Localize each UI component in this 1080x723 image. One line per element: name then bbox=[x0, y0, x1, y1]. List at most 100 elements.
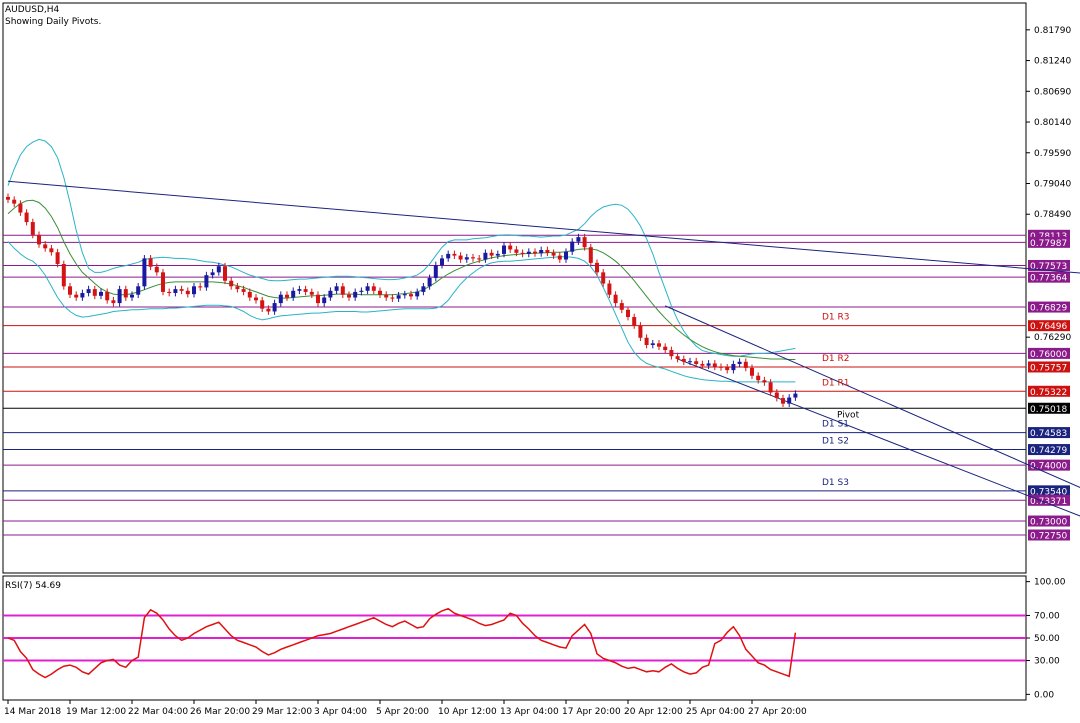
candle-body bbox=[316, 294, 320, 304]
rsi-axis-tick-label: 100.00 bbox=[1034, 578, 1066, 588]
candle-body bbox=[613, 294, 618, 304]
candle-body bbox=[464, 257, 469, 260]
candle-body bbox=[619, 303, 624, 310]
candle-body bbox=[359, 290, 364, 292]
candle-body bbox=[663, 346, 668, 351]
candle-body bbox=[198, 286, 203, 288]
time-axis-tick-label: 5 Apr 20:00 bbox=[376, 707, 429, 717]
candle-body bbox=[743, 361, 748, 368]
rsi-axis-tick-label: 70.00 bbox=[1034, 611, 1060, 621]
time-axis-tick-label: 27 Apr 20:00 bbox=[748, 707, 807, 717]
candle-body bbox=[533, 251, 537, 254]
time-axis-tick-label: 17 Apr 20:00 bbox=[562, 707, 621, 717]
price-axis-tick-label: 0.81240 bbox=[1034, 57, 1071, 67]
level-label: 0.74000 bbox=[1030, 462, 1067, 472]
candle-body bbox=[328, 290, 333, 298]
candle-body bbox=[588, 247, 593, 263]
candle-body bbox=[657, 343, 661, 347]
level-label: 0.75322 bbox=[1030, 388, 1067, 398]
time-axis-tick-label: 10 Apr 12:00 bbox=[438, 707, 497, 717]
rsi-axis-tick-label: 30.00 bbox=[1034, 657, 1060, 667]
candle-body bbox=[24, 212, 29, 223]
candle-body bbox=[750, 367, 754, 376]
candle-body bbox=[378, 290, 382, 295]
candle-body bbox=[421, 286, 426, 292]
candle-body bbox=[43, 244, 48, 249]
candle-body bbox=[489, 252, 494, 256]
candle-body bbox=[446, 253, 451, 259]
candle-body bbox=[644, 337, 649, 345]
time-axis-tick-label: 13 Apr 04:00 bbox=[500, 707, 559, 717]
candle-body bbox=[12, 199, 17, 204]
rsi-label: RSI(7) 54.69 bbox=[5, 581, 61, 591]
candle-body bbox=[92, 289, 97, 296]
candle-body bbox=[539, 250, 544, 254]
candle-body bbox=[6, 196, 10, 200]
level-label: 0.76496 bbox=[1030, 322, 1067, 332]
candle-body bbox=[192, 286, 196, 295]
candle-body bbox=[402, 294, 407, 296]
candle-body bbox=[520, 252, 525, 254]
candle-body bbox=[272, 303, 277, 312]
rsi-axis-tick-label: 50.00 bbox=[1034, 634, 1060, 644]
level-label: 0.74279 bbox=[1030, 446, 1067, 456]
chart-root: 0.78113 0.77987 0.77573 0.77364 0.76829 0.764… bbox=[0, 0, 1080, 720]
candle-body bbox=[440, 258, 444, 266]
pivot-label: D1 R1 bbox=[822, 378, 850, 388]
candle-body bbox=[340, 286, 345, 295]
candle-body bbox=[762, 380, 767, 383]
candle-body bbox=[390, 297, 395, 299]
candle-body bbox=[235, 286, 240, 290]
chart-subtitle: Showing Daily Pivots. bbox=[5, 17, 101, 27]
candle-body bbox=[719, 366, 723, 368]
main-plot-frame bbox=[2, 2, 1027, 574]
candle-body bbox=[570, 241, 575, 252]
candle-body bbox=[210, 272, 215, 276]
symbol-label: AUDUSD,H4 bbox=[5, 5, 60, 15]
price-axis-tick-label: 0.80690 bbox=[1034, 87, 1071, 97]
candle-body bbox=[384, 294, 389, 298]
candle-body bbox=[254, 297, 258, 301]
candle-body bbox=[706, 363, 711, 366]
candle-body bbox=[725, 367, 730, 371]
candle-body bbox=[694, 361, 699, 364]
price-axis-tick-label: 0.78490 bbox=[1034, 210, 1071, 220]
candle-body bbox=[185, 290, 190, 295]
candle-body bbox=[123, 289, 128, 298]
candle-body bbox=[458, 255, 463, 260]
candle-body bbox=[278, 294, 283, 304]
time-axis-tick-label: 14 Mar 2018 bbox=[4, 707, 61, 717]
candle-body bbox=[86, 289, 91, 294]
candle-body bbox=[260, 300, 265, 309]
candle-body bbox=[154, 266, 159, 273]
candle-body bbox=[781, 398, 785, 404]
candle-body bbox=[322, 297, 327, 304]
candle-body bbox=[601, 272, 606, 284]
price-axis-tick-label: 0.80140 bbox=[1034, 118, 1071, 128]
chart-svg: 0.781130.779870.775730.773640.768290.764… bbox=[2, 2, 1080, 717]
candle-body bbox=[173, 289, 178, 294]
candle-body bbox=[105, 291, 110, 301]
candle-body bbox=[74, 294, 79, 298]
candle-body bbox=[334, 286, 339, 291]
candle-body bbox=[737, 361, 742, 364]
time-axis-tick-label: 25 Apr 04:00 bbox=[686, 707, 745, 717]
candle-body bbox=[167, 291, 172, 294]
level-label: 0.73000 bbox=[1030, 518, 1067, 528]
time-axis-tick-label: 20 Apr 12:00 bbox=[624, 707, 683, 717]
candle-body bbox=[681, 358, 686, 362]
candle-body bbox=[607, 283, 612, 295]
candle-body bbox=[68, 286, 72, 295]
level-label: 0.77987 bbox=[1030, 239, 1067, 249]
level-label: 0.74583 bbox=[1030, 429, 1067, 439]
candle-body bbox=[136, 286, 141, 295]
candle-body bbox=[148, 258, 153, 267]
candle-body bbox=[576, 237, 581, 242]
candle-body bbox=[409, 294, 413, 297]
candle-body bbox=[495, 253, 500, 256]
candle-body bbox=[365, 286, 370, 291]
level-label: 0.75018 bbox=[1030, 405, 1067, 415]
candle-body bbox=[483, 252, 488, 260]
candle-body bbox=[688, 361, 692, 363]
candle-body bbox=[712, 363, 717, 367]
